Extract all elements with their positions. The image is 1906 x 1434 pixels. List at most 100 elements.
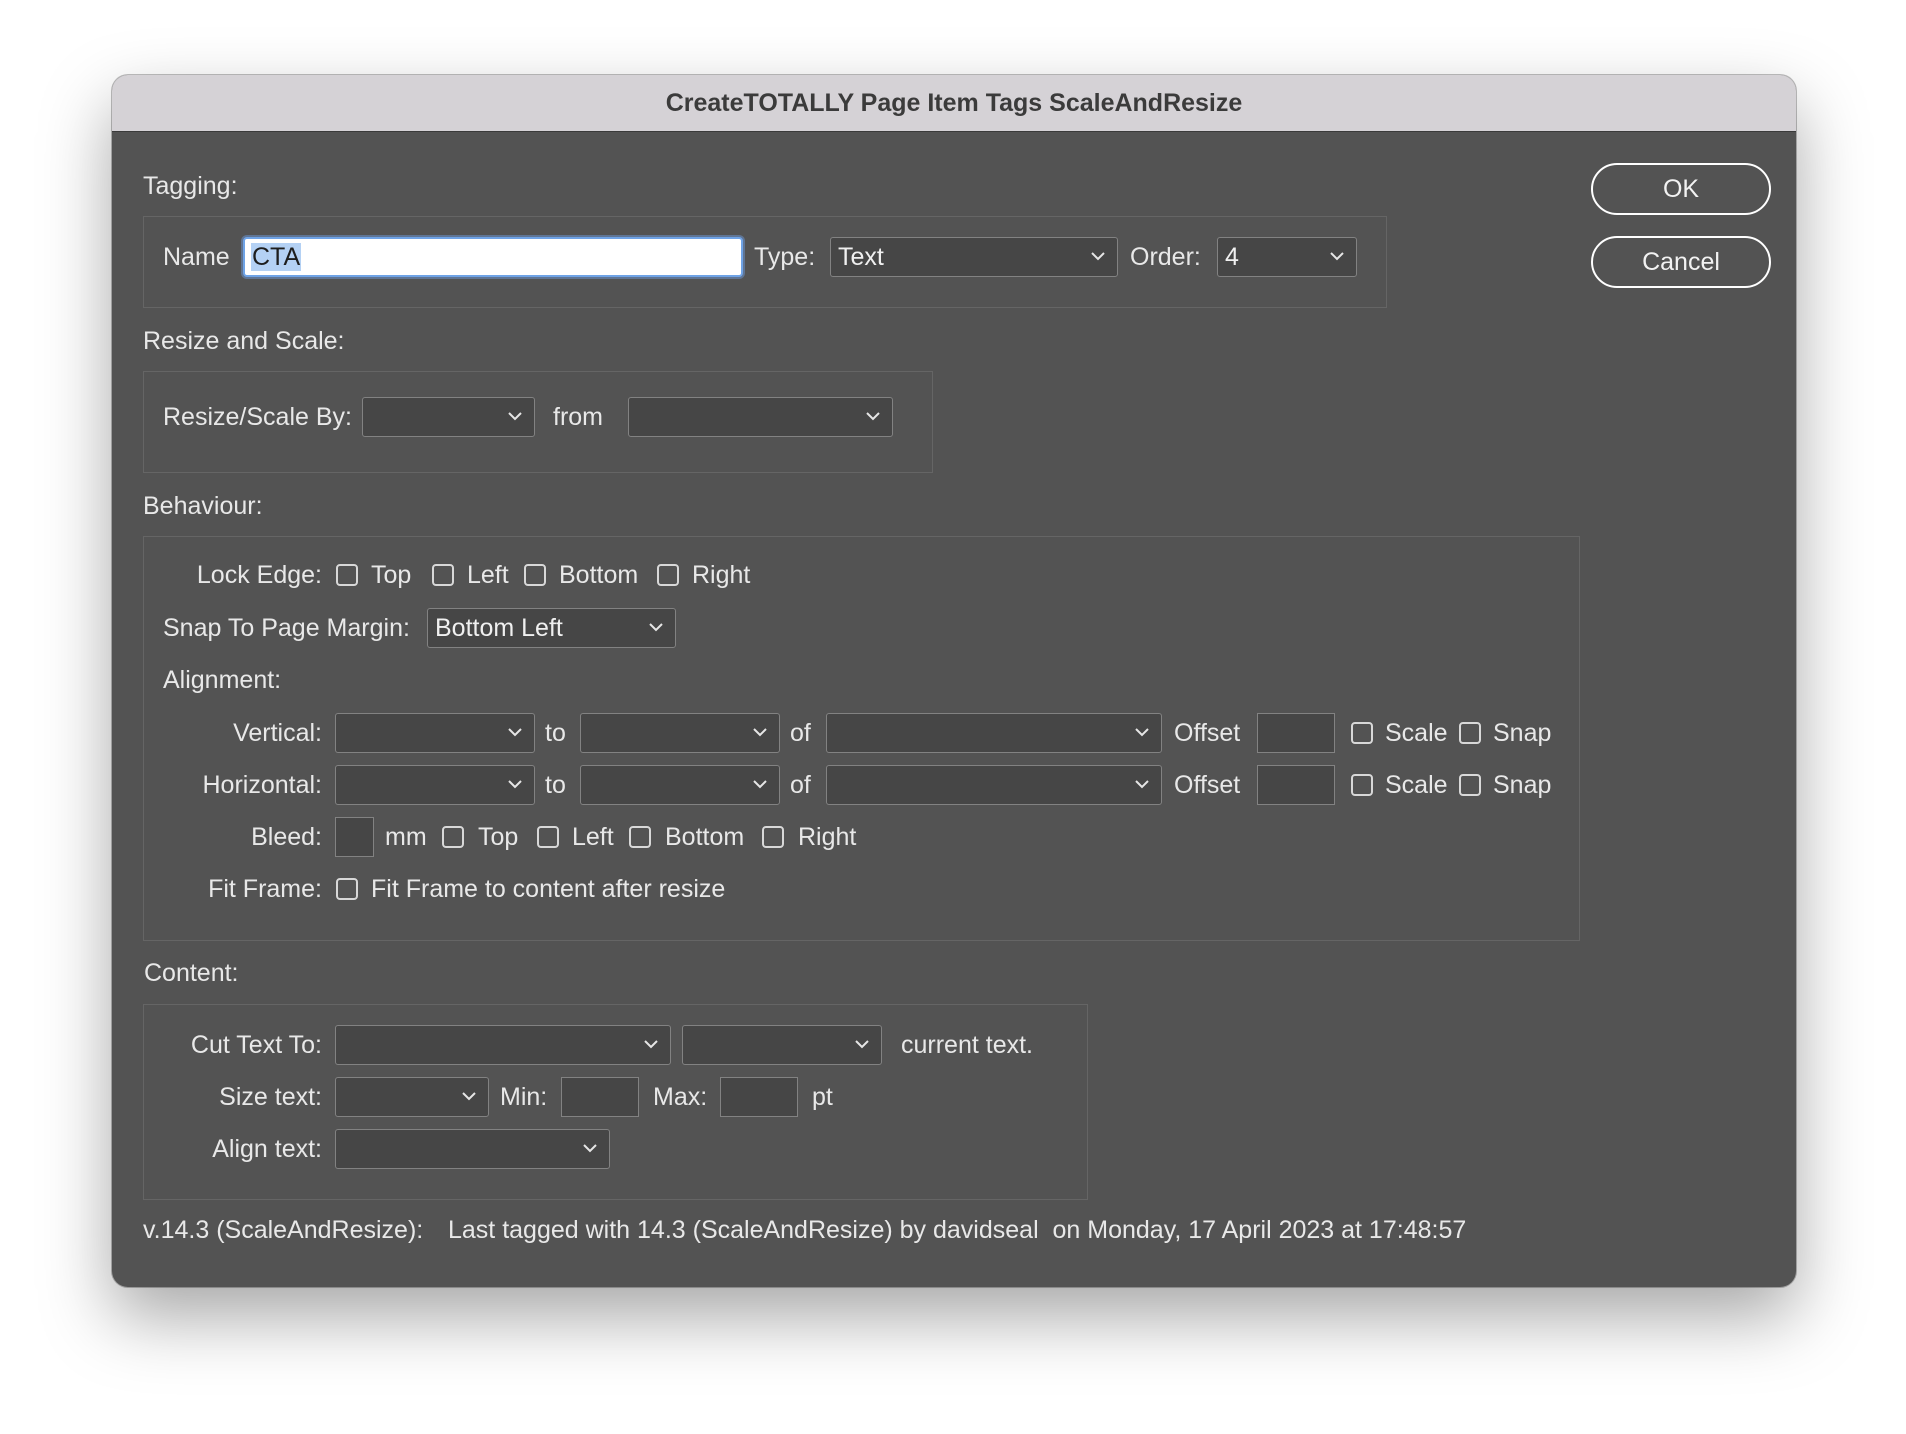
order-value: 4 [1225,243,1239,271]
vertical-scale-label: Scale [1385,719,1448,747]
from-label: from [553,403,603,431]
dialog-title: CreateTOTALLY Page Item Tags ScaleAndRes… [112,75,1796,132]
chevron-down-icon [583,1144,597,1153]
lock-right-checkbox[interactable] [657,564,679,586]
type-value: Text [838,243,884,271]
bleed-left-label: Left [572,823,614,851]
bleed-input[interactable] [335,817,374,857]
lock-edge-label: Lock Edge: [196,561,322,589]
order-label: Order: [1130,243,1201,271]
vertical-align-dropdown[interactable] [335,713,535,753]
lock-left-checkbox[interactable] [432,564,454,586]
resize-by-label: Resize/Scale By: [163,403,352,431]
tagging-heading: Tagging: [143,172,238,200]
behaviour-heading: Behaviour: [143,492,263,520]
bleed-bottom-label: Bottom [665,823,745,851]
vertical-label: Vertical: [233,719,322,747]
bleed-label: Bleed: [251,823,322,851]
lock-top-checkbox[interactable] [336,564,358,586]
snap-margin-value: Bottom Left [435,614,563,642]
alignment-label: Alignment: [163,666,282,694]
lock-top-label: Top [371,561,412,589]
horizontal-align-dropdown[interactable] [335,765,535,805]
snap-margin-dropdown[interactable]: Bottom Left [427,608,676,648]
chevron-down-icon [508,412,522,421]
vertical-scale-checkbox[interactable] [1351,722,1373,744]
max-input[interactable] [720,1077,798,1117]
cut-text-label: Cut Text To: [190,1031,322,1059]
ok-button[interactable]: OK [1591,163,1771,215]
version-label: v.14.3 (ScaleAndResize): [143,1216,424,1244]
vertical-to-dropdown[interactable] [580,713,780,753]
snap-margin-label: Snap To Page Margin: [163,614,410,642]
resize-heading: Resize and Scale: [143,327,345,355]
chevron-down-icon [1330,252,1344,261]
horizontal-to-dropdown[interactable] [580,765,780,805]
horizontal-offset-input[interactable] [1257,765,1335,805]
vertical-of-dropdown[interactable] [826,713,1162,753]
horizontal-scale-label: Scale [1385,771,1448,799]
lock-right-label: Right [692,561,751,589]
cut-text-dropdown[interactable] [335,1025,671,1065]
vertical-offset-input[interactable] [1257,713,1335,753]
horizontal-snap-label: Snap [1493,771,1552,799]
horizontal-label: Horizontal: [202,771,323,799]
cut-text-mode-dropdown[interactable] [682,1025,882,1065]
lock-bottom-checkbox[interactable] [524,564,546,586]
bleed-bottom-checkbox[interactable] [629,826,651,848]
cancel-button[interactable]: Cancel [1591,236,1771,288]
vertical-to-label: to [545,719,566,747]
type-dropdown[interactable]: Text [830,237,1118,277]
resize-by-dropdown[interactable] [362,397,535,437]
fit-frame-label: Fit Frame: [208,875,322,903]
name-input[interactable]: CTA [243,237,743,277]
size-text-label: Size text: [219,1083,322,1111]
chevron-down-icon [644,1040,658,1049]
min-input[interactable] [561,1077,639,1117]
min-label: Min: [500,1083,548,1111]
dialog-window: CreateTOTALLY Page Item Tags ScaleAndRes… [112,75,1796,1287]
align-text-dropdown[interactable] [335,1129,610,1169]
vertical-offset-label: Offset [1174,719,1241,747]
bleed-top-checkbox[interactable] [442,826,464,848]
size-text-dropdown[interactable] [335,1077,489,1117]
chevron-down-icon [855,1040,869,1049]
max-label: Max: [653,1083,708,1111]
vertical-snap-label: Snap [1493,719,1552,747]
chevron-down-icon [462,1092,476,1101]
chevron-down-icon [1135,728,1149,737]
horizontal-offset-label: Offset [1174,771,1241,799]
type-label: Type: [754,243,816,271]
horizontal-of-dropdown[interactable] [826,765,1162,805]
content-heading: Content: [144,959,239,987]
name-label: Name [163,243,230,271]
chevron-down-icon [753,780,767,789]
horizontal-snap-checkbox[interactable] [1459,774,1481,796]
pt-unit-label: pt [812,1083,833,1111]
lock-left-label: Left [467,561,509,589]
bleed-right-checkbox[interactable] [762,826,784,848]
chevron-down-icon [649,623,663,632]
bleed-unit-label: mm [385,823,427,851]
align-text-label: Align text: [212,1135,322,1163]
fit-frame-checkbox[interactable] [336,878,358,900]
chevron-down-icon [508,780,522,789]
vertical-snap-checkbox[interactable] [1459,722,1481,744]
lock-bottom-label: Bottom [559,561,639,589]
order-dropdown[interactable]: 4 [1217,237,1357,277]
chevron-down-icon [508,728,522,737]
name-value: CTA [251,243,302,271]
chevron-down-icon [753,728,767,737]
chevron-down-icon [1135,780,1149,789]
horizontal-scale-checkbox[interactable] [1351,774,1373,796]
horizontal-of-label: of [790,771,811,799]
bleed-left-checkbox[interactable] [537,826,559,848]
fit-frame-option-label: Fit Frame to content after resize [371,875,726,903]
chevron-down-icon [866,412,880,421]
bleed-top-label: Top [478,823,519,851]
current-text-label: current text. [901,1031,1033,1059]
bleed-right-label: Right [798,823,857,851]
last-tagged-status: Last tagged with 14.3 (ScaleAndResize) b… [448,1216,1467,1244]
from-dropdown[interactable] [628,397,893,437]
chevron-down-icon [1091,252,1105,261]
